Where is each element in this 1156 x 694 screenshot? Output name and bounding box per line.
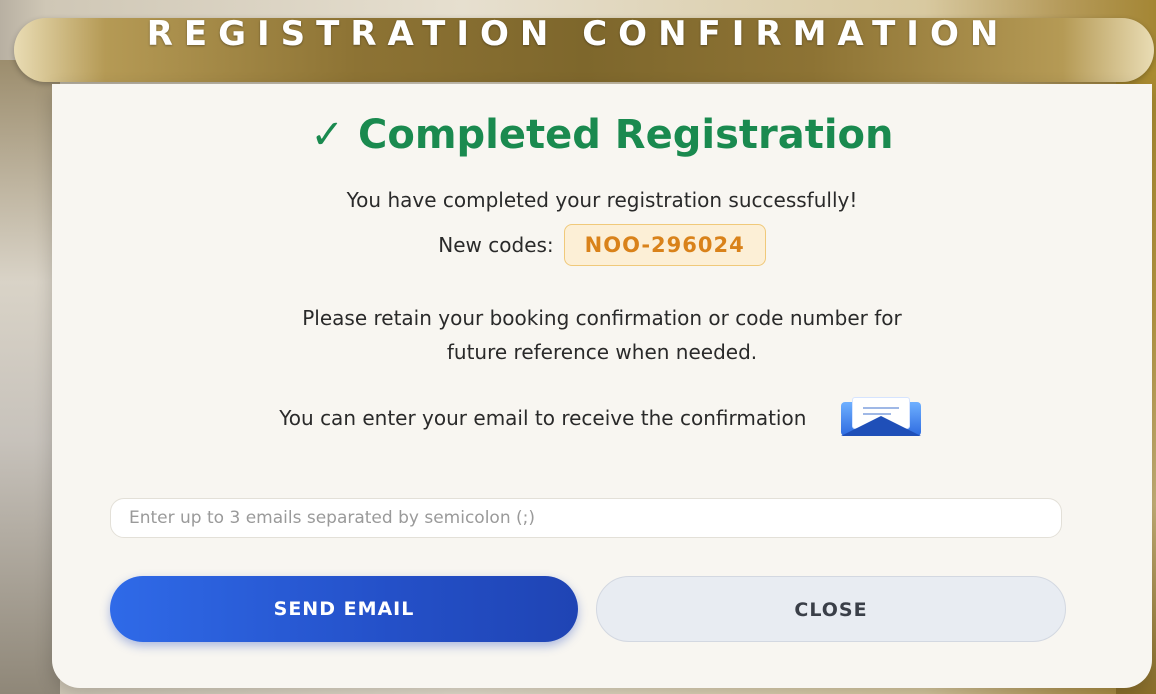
send-email-button[interactable]: SEND EMAIL — [110, 576, 578, 642]
email-input[interactable] — [110, 498, 1062, 538]
check-icon: ✓ — [310, 112, 344, 158]
email-prompt-row: You can enter your email to receive the … — [52, 398, 1152, 438]
envelope-icon — [840, 398, 925, 438]
codes-label: New codes: — [438, 233, 554, 257]
retain-notice-line2: future reference when needed. — [446, 340, 758, 364]
completed-heading: ✓ Completed Registration — [52, 112, 1152, 158]
background-blur-left — [0, 60, 60, 694]
retain-notice-line1: Please retain your booking confirmation … — [302, 306, 902, 330]
dialog-title: REGISTRATION CONFIRMATION — [146, 14, 1010, 54]
codes-row: New codes: NOO-296024 — [52, 224, 1152, 266]
heading-text: Completed Registration — [358, 112, 894, 158]
close-button[interactable]: CLOSE — [596, 576, 1066, 642]
code-badge: NOO-296024 — [563, 224, 766, 266]
email-prompt: You can enter your email to receive the … — [279, 406, 807, 430]
confirmation-dialog: ✓ Completed Registration You have complet… — [52, 84, 1152, 688]
success-message: You have completed your registration suc… — [346, 188, 858, 212]
